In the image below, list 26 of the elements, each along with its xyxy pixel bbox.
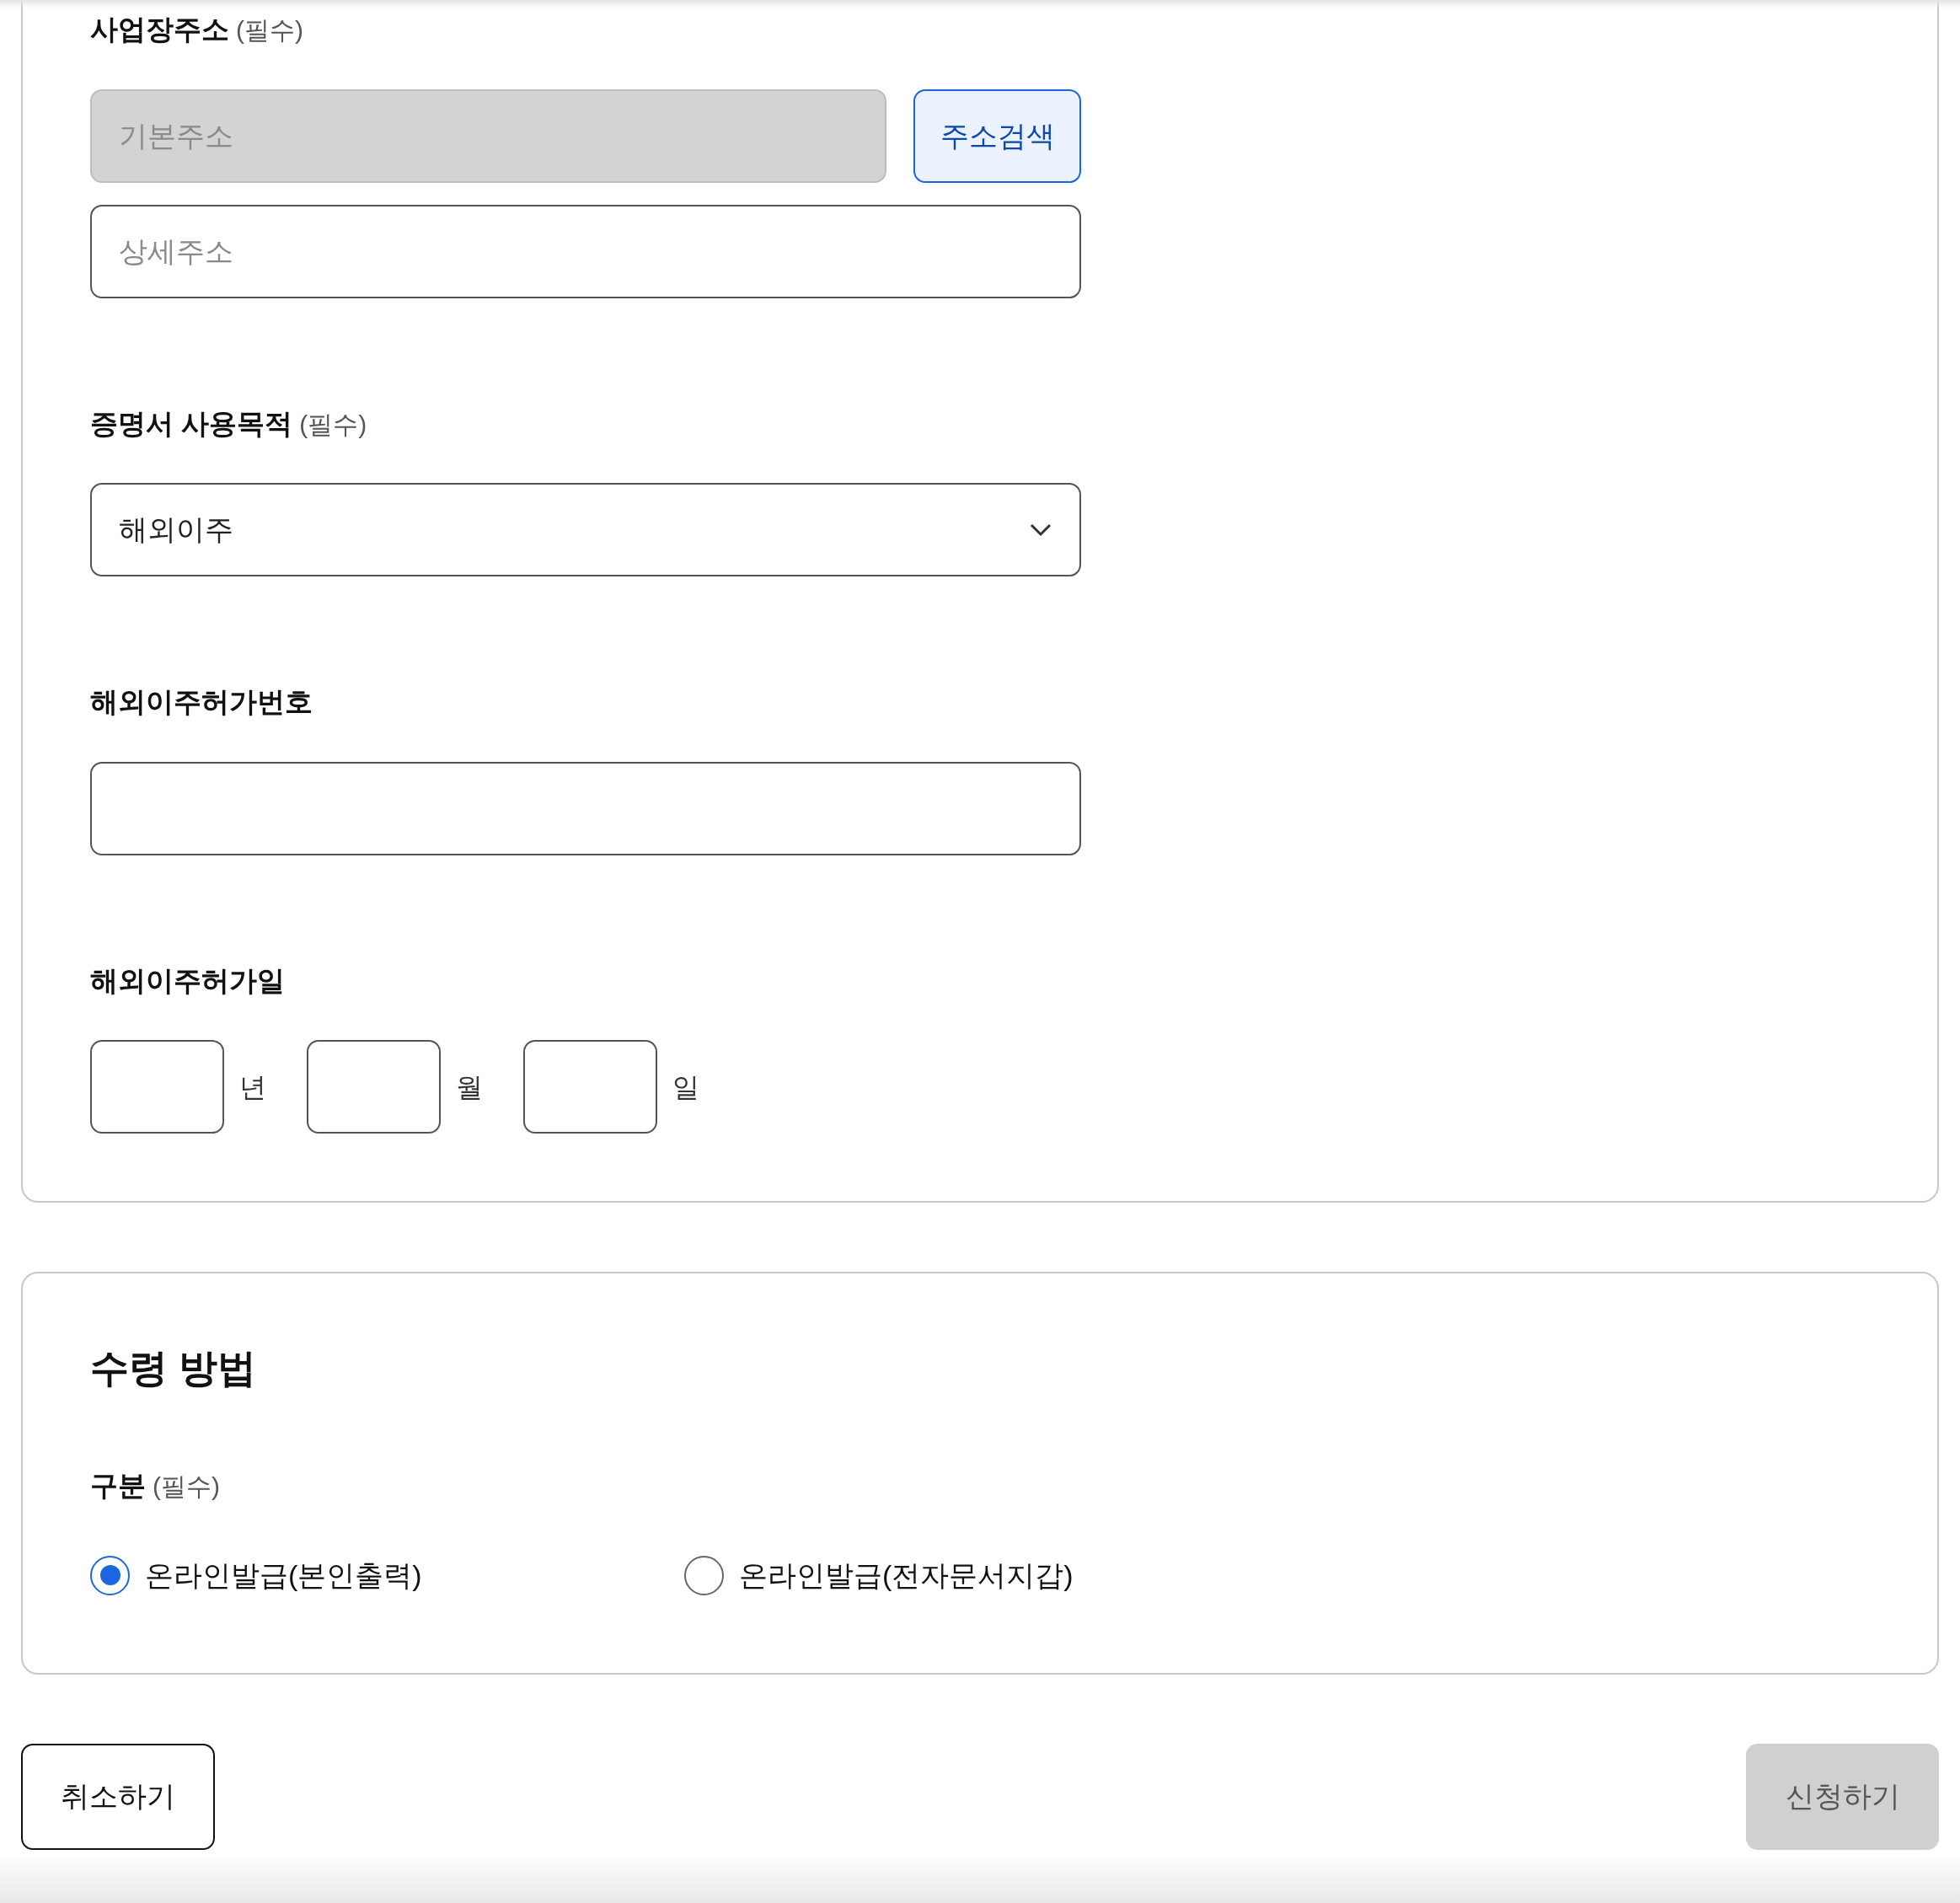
date-field[interactable]	[307, 1040, 441, 1134]
required-note: (필수)	[153, 1471, 220, 1502]
radio-option[interactable]: 온라인발급(본인출력)	[90, 1553, 684, 1597]
field-label: 해외이주허가번호	[90, 685, 313, 719]
field-label: 구분	[90, 1469, 146, 1503]
dropdown-value: 해외이주	[119, 512, 233, 547]
date-unit: 월	[456, 1070, 483, 1104]
permit-number-field[interactable]	[90, 761, 1081, 855]
radio-button[interactable]	[90, 1555, 130, 1595]
field-label: 사업장주소	[90, 13, 229, 46]
detail-address-field[interactable]: 상세주소	[90, 204, 1081, 298]
date-field[interactable]	[523, 1040, 657, 1134]
field-label: 증명서 사용목적	[90, 406, 293, 441]
chevron-down-icon	[1029, 522, 1052, 538]
date-unit: 일	[672, 1070, 699, 1104]
section-title: 수령 방법	[90, 1345, 257, 1391]
address-search-button[interactable]: 주소검색	[913, 88, 1081, 183]
purpose-dropdown[interactable]: 해외이주	[90, 483, 1081, 576]
required-note: (필수)	[299, 409, 367, 440]
date-unit: 년	[239, 1070, 266, 1104]
date-field[interactable]	[90, 1040, 224, 1134]
radio-option[interactable]: 온라인발급(전자문서지갑)	[684, 1553, 1278, 1597]
radio-button[interactable]	[684, 1555, 724, 1595]
cancel-button[interactable]: 취소하기	[21, 1743, 215, 1850]
field-label: 해외이주허가일	[90, 963, 285, 998]
required-note: (필수)	[236, 15, 303, 46]
